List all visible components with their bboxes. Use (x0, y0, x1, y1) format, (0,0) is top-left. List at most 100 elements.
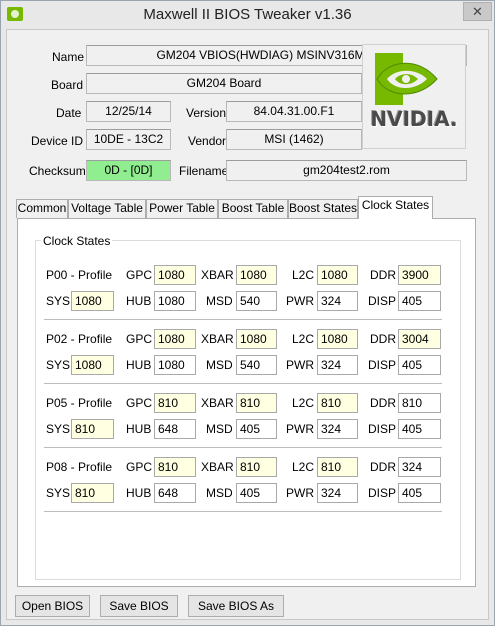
pwr-label: PWR (286, 486, 314, 500)
gpc-label: GPC (126, 396, 153, 410)
xbar-input[interactable]: 810 (236, 457, 277, 477)
sys-label: SYS (46, 486, 71, 500)
l2c-input[interactable]: 1080 (317, 329, 358, 349)
disp-label: DISP (368, 294, 397, 308)
profile-separator (44, 383, 442, 384)
gpc-input[interactable]: 1080 (154, 265, 196, 285)
date-field: 12/25/14 (86, 101, 171, 122)
save-bios-button[interactable]: Save BIOS (100, 595, 178, 617)
l2c-label: L2C (292, 460, 315, 474)
filename-field: gm204test2.rom (226, 160, 467, 181)
disp-input[interactable]: 405 (398, 483, 441, 503)
disp-input[interactable]: 405 (398, 355, 441, 375)
l2c-input[interactable]: 810 (317, 393, 358, 413)
vendor-label: Vendor (188, 134, 227, 148)
close-button[interactable]: ✕ (463, 2, 492, 21)
profile-separator (44, 447, 442, 448)
date-label: Date (56, 106, 82, 120)
disp-label: DISP (368, 358, 397, 372)
open-bios-button[interactable]: Open BIOS (15, 595, 90, 617)
ddr-label: DDR (370, 396, 396, 410)
clock-states-group-title: Clock States (41, 234, 113, 248)
disp-input[interactable]: 405 (398, 291, 441, 311)
hub-input[interactable]: 648 (154, 419, 196, 439)
tab-boost-states[interactable]: Boost States (288, 199, 358, 218)
msd-label: MSD (206, 294, 233, 308)
gpc-input[interactable]: 1080 (154, 329, 196, 349)
pwr-input[interactable]: 324 (317, 355, 358, 375)
pwr-input[interactable]: 324 (317, 483, 358, 503)
tab-boost-table[interactable]: Boost Table (218, 199, 288, 218)
msd-label: MSD (206, 358, 233, 372)
board-label: Board (51, 78, 84, 92)
msd-input[interactable]: 405 (236, 419, 277, 439)
l2c-label: L2C (292, 396, 315, 410)
disp-label: DISP (368, 486, 397, 500)
vendor-field: MSI (1462) (226, 129, 362, 150)
sys-input[interactable]: 1080 (71, 355, 114, 375)
sys-label: SYS (46, 294, 71, 308)
pwr-label: PWR (286, 294, 314, 308)
msd-label: MSD (206, 486, 233, 500)
name-label: Name (52, 50, 85, 64)
sys-input[interactable]: 810 (71, 419, 114, 439)
pwr-input[interactable]: 324 (317, 419, 358, 439)
xbar-input[interactable]: 810 (236, 393, 277, 413)
ddr-input[interactable]: 3900 (398, 265, 441, 285)
ddr-label: DDR (370, 268, 396, 282)
msd-input[interactable]: 540 (236, 291, 277, 311)
tab-clock-states[interactable]: Clock States (358, 196, 433, 219)
xbar-label: XBAR (201, 332, 234, 346)
hub-label: HUB (126, 358, 152, 372)
xbar-input[interactable]: 1080 (236, 329, 277, 349)
gpc-input[interactable]: 810 (154, 457, 196, 477)
sys-label: SYS (46, 422, 71, 436)
tab-common[interactable]: Common (16, 199, 68, 218)
ddr-input[interactable]: 810 (398, 393, 441, 413)
msd-input[interactable]: 540 (236, 355, 277, 375)
tab-power-table[interactable]: Power Table (146, 199, 218, 218)
pwr-input[interactable]: 324 (317, 291, 358, 311)
profile-name-label: P00 - Profile (46, 268, 113, 282)
ddr-label: DDR (370, 332, 396, 346)
device-id-label: Device ID (31, 134, 84, 148)
pwr-label: PWR (286, 358, 314, 372)
gpc-label: GPC (126, 332, 153, 346)
xbar-label: XBAR (201, 460, 234, 474)
pwr-label: PWR (286, 422, 314, 436)
hub-input[interactable]: 1080 (154, 355, 196, 375)
nvidia-logo-text: NVIDIA. (370, 107, 458, 131)
l2c-input[interactable]: 810 (317, 457, 358, 477)
sys-input[interactable]: 810 (71, 483, 114, 503)
checksum-label: Checksum (29, 164, 86, 178)
sys-input[interactable]: 1080 (71, 291, 114, 311)
checksum-field: 0D - [0D] (86, 160, 171, 181)
ddr-input[interactable]: 3004 (398, 329, 441, 349)
xbar-label: XBAR (201, 268, 234, 282)
l2c-label: L2C (292, 268, 315, 282)
l2c-label: L2C (292, 332, 315, 346)
version-field: 84.04.31.00.F1 (226, 101, 362, 122)
hub-label: HUB (126, 422, 152, 436)
device-id-field: 10DE - 13C2 (86, 129, 171, 150)
window-title: Maxwell II BIOS Tweaker v1.36 (143, 6, 352, 23)
hub-label: HUB (126, 486, 152, 500)
gpc-input[interactable]: 810 (154, 393, 196, 413)
hub-label: HUB (126, 294, 152, 308)
hub-input[interactable]: 648 (154, 483, 196, 503)
profile-name-label: P02 - Profile (46, 332, 113, 346)
save-bios-as-button[interactable]: Save BIOS As (188, 595, 284, 617)
hub-input[interactable]: 1080 (154, 291, 196, 311)
ddr-label: DDR (370, 460, 396, 474)
msd-input[interactable]: 405 (236, 483, 277, 503)
sys-label: SYS (46, 358, 71, 372)
tab-voltage-table[interactable]: Voltage Table (68, 199, 146, 218)
l2c-input[interactable]: 1080 (317, 265, 358, 285)
ddr-input[interactable]: 324 (398, 457, 441, 477)
filename-label: Filename (179, 164, 229, 178)
title-bar: Maxwell II BIOS Tweaker v1.36 ✕ (1, 1, 494, 28)
disp-label: DISP (368, 422, 397, 436)
xbar-input[interactable]: 1080 (236, 265, 277, 285)
disp-input[interactable]: 405 (398, 419, 441, 439)
profile-separator (44, 511, 442, 512)
